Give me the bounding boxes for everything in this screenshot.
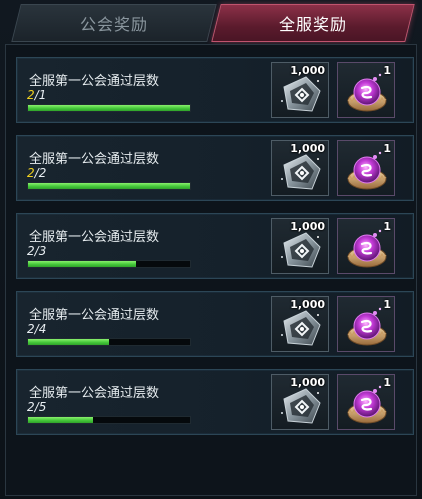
reward-count: 1 [383, 220, 391, 233]
task-title: 全服第一公会通过层数 [29, 308, 160, 323]
purple-bottlecap-icon [347, 385, 387, 424]
reward-count: 1,000 [290, 376, 325, 389]
task-title: 全服第一公会通过层数 [29, 74, 160, 89]
progress-bar [27, 338, 191, 346]
crystal-item-icon [281, 388, 321, 424]
crystal-item-icon [281, 154, 321, 190]
purple-bottlecap-icon [347, 307, 387, 346]
reward-list-panel: 全服第一公会通过层数 2/1 1,000 1 全服第一公会通过层数 2/2 1,… [5, 44, 417, 496]
progress-target: 3 [38, 244, 47, 258]
progress-bar-fill [28, 183, 190, 189]
task-progress-text: 2/3 [27, 244, 47, 258]
progress-current: 2 [27, 166, 35, 180]
reward-task-card: 全服第一公会通过层数 2/3 1,000 1 [16, 213, 414, 279]
reward-count: 1,000 [290, 64, 325, 77]
reward-screen: 公会奖励 全服奖励 全服第一公会通过层数 2/1 1,000 1 全服第一公会通… [0, 0, 422, 499]
purple-bottlecap-icon [347, 151, 387, 190]
tab-server-rewards[interactable]: 全服奖励 [211, 4, 415, 42]
reward-slot-bottlecap[interactable]: 1 [337, 374, 395, 430]
purple-bottlecap-icon [347, 73, 387, 112]
task-progress-text: 2/2 [27, 166, 47, 180]
tab-label: 全服奖励 [278, 15, 347, 34]
progress-bar [27, 260, 191, 268]
tab-guild-rewards[interactable]: 公会奖励 [11, 4, 217, 42]
reward-slot-bottlecap[interactable]: 1 [337, 296, 395, 352]
progress-target: 4 [38, 322, 47, 336]
task-progress-text: 2/1 [27, 88, 47, 102]
progress-target: 5 [38, 400, 47, 414]
progress-current: 2 [27, 322, 35, 336]
reward-slot-bottlecap[interactable]: 1 [337, 62, 395, 118]
crystal-item-icon [281, 232, 321, 268]
reward-slot-crystal[interactable]: 1,000 [271, 62, 329, 118]
reward-task-card: 全服第一公会通过层数 2/1 1,000 1 [16, 57, 414, 123]
task-progress-text: 2/4 [27, 322, 47, 336]
crystal-item-icon [281, 76, 321, 112]
reward-count: 1,000 [290, 298, 325, 311]
reward-count: 1 [383, 376, 391, 389]
reward-task-card: 全服第一公会通过层数 2/5 1,000 1 [16, 369, 414, 435]
task-title: 全服第一公会通过层数 [29, 152, 160, 167]
reward-slot-crystal[interactable]: 1,000 [271, 296, 329, 352]
reward-slot-bottlecap[interactable]: 1 [337, 218, 395, 274]
progress-current: 2 [27, 244, 35, 258]
reward-list: 全服第一公会通过层数 2/1 1,000 1 全服第一公会通过层数 2/2 1,… [16, 57, 414, 447]
reward-slot-crystal[interactable]: 1,000 [271, 218, 329, 274]
crystal-item-icon [281, 310, 321, 346]
progress-current: 2 [27, 400, 35, 414]
task-progress-text: 2/5 [27, 400, 47, 414]
progress-bar-fill [28, 339, 109, 345]
progress-current: 2 [27, 88, 35, 102]
purple-bottlecap-icon [347, 229, 387, 268]
reward-task-card: 全服第一公会通过层数 2/2 1,000 1 [16, 135, 414, 201]
progress-bar-fill [28, 261, 137, 267]
progress-bar-fill [28, 105, 190, 111]
task-title: 全服第一公会通过层数 [29, 386, 160, 401]
progress-target: 1 [38, 88, 47, 102]
progress-bar [27, 416, 191, 424]
reward-slot-bottlecap[interactable]: 1 [337, 140, 395, 196]
reward-task-card: 全服第一公会通过层数 2/4 1,000 1 [16, 291, 414, 357]
task-title: 全服第一公会通过层数 [29, 230, 160, 245]
progress-bar [27, 182, 191, 190]
reward-count: 1 [383, 142, 391, 155]
reward-count: 1,000 [290, 142, 325, 155]
progress-target: 2 [38, 166, 47, 180]
tab-label: 公会奖励 [79, 15, 148, 34]
reward-count: 1 [383, 298, 391, 311]
progress-bar [27, 104, 191, 112]
reward-count: 1 [383, 64, 391, 77]
reward-slot-crystal[interactable]: 1,000 [271, 374, 329, 430]
reward-slot-crystal[interactable]: 1,000 [271, 140, 329, 196]
progress-bar-fill [28, 417, 93, 423]
reward-count: 1,000 [290, 220, 325, 233]
